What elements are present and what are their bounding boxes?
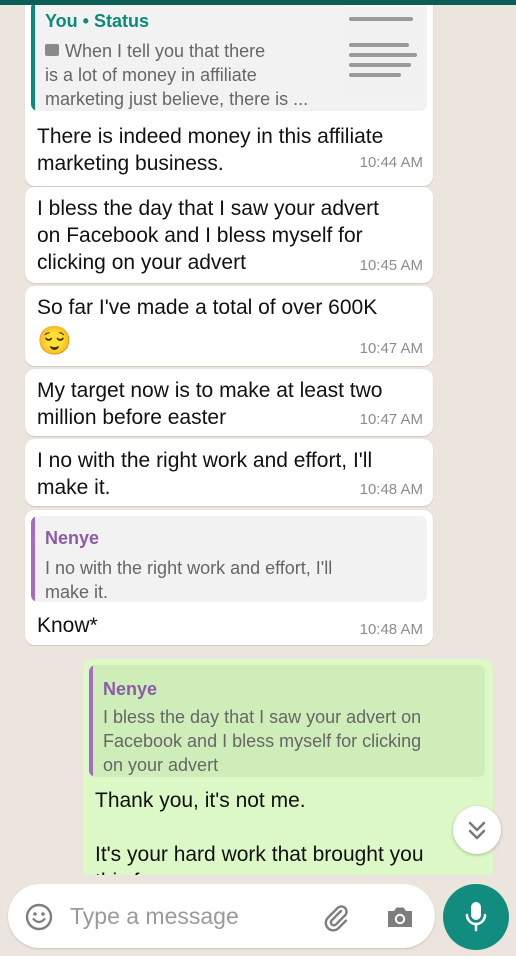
message-time: 10:45 AM (359, 257, 423, 274)
scroll-to-bottom-button[interactable] (453, 806, 501, 854)
message-bubble[interactable]: My target now is to make at least two mi… (25, 369, 433, 436)
message-time: 10:44 AM (359, 154, 423, 171)
message-bubble[interactable]: So far I've made a total of over 600K 😌 … (25, 286, 433, 366)
message-time: 10:47 AM (359, 340, 423, 357)
message-bubble[interactable]: I no with the right work and effort, I'l… (25, 439, 433, 506)
message-time: 10:48 AM (359, 621, 423, 638)
quote-text: When I tell you that there is a lot of m… (45, 41, 309, 109)
quoted-message[interactable]: Nenye I no with the right work and effor… (31, 516, 427, 602)
quote-bar (31, 516, 35, 602)
quote-bar (89, 665, 93, 777)
camera-icon[interactable] (384, 902, 416, 932)
attach-icon[interactable] (320, 901, 352, 933)
message-text: Thank you, it's not me. It's your hard w… (95, 789, 424, 875)
quote-author: You • Status (45, 11, 149, 31)
outgoing-message-bubble[interactable]: Nenye I bless the day that I saw your ad… (83, 659, 493, 875)
message-bubble[interactable]: Nenye I no with the right work and effor… (25, 510, 433, 645)
quote-bar (31, 5, 35, 111)
quote-text-wrap: When I tell you that there is a lot of m… (45, 39, 335, 111)
message-bubble[interactable]: I bless the day that I saw your advert o… (25, 187, 433, 283)
message-input-bar[interactable]: Type a message (8, 884, 435, 948)
quoted-message[interactable]: Nenye I bless the day that I saw your ad… (89, 665, 485, 777)
message-text: So far I've made a total of over 600K (37, 296, 378, 319)
voice-record-button[interactable] (443, 884, 509, 950)
quote-text: I bless the day that I saw your advert o… (103, 707, 422, 775)
double-chevron-down-icon (468, 821, 486, 840)
mic-icon (465, 902, 487, 932)
quote-author: Nenye (45, 528, 100, 548)
image-icon (45, 44, 59, 57)
chat-area[interactable]: You • Status When I tell you that there … (0, 5, 516, 875)
status-thumbnail (345, 7, 421, 97)
message-time: 10:48 AM (359, 481, 423, 498)
quote-author: Nenye (103, 679, 158, 699)
quoted-status[interactable]: You • Status When I tell you that there … (31, 5, 427, 111)
message-input[interactable]: Type a message (70, 903, 239, 930)
message-time: 10:47 AM (359, 411, 423, 428)
message-bubble[interactable]: You • Status When I tell you that there … (25, 5, 433, 186)
emoji-icon[interactable] (24, 902, 54, 932)
quote-text: I no with the right work and effort, I'l… (45, 558, 333, 602)
